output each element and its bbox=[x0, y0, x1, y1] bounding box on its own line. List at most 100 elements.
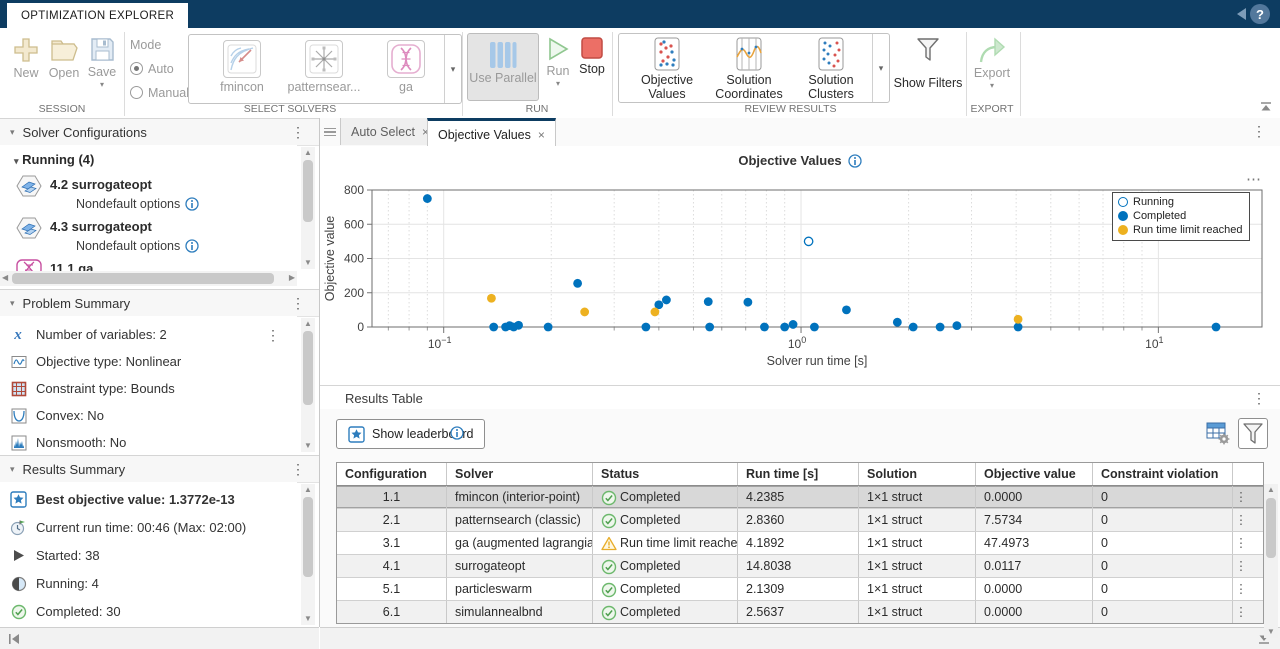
collapse-triangle-icon[interactable]: ▾ bbox=[10, 464, 15, 475]
summary-item: Running: 4 bbox=[0, 570, 280, 597]
table-filter-icon[interactable] bbox=[1238, 418, 1268, 449]
export-dropdown-caret[interactable]: ▾ bbox=[990, 82, 994, 90]
row-menu-icon[interactable]: ⋮ bbox=[1233, 555, 1249, 577]
column-header[interactable]: Run time [s] bbox=[738, 463, 859, 485]
row-menu-icon[interactable]: ⋮ bbox=[1233, 509, 1249, 531]
run-button[interactable]: Run ▾ bbox=[542, 36, 574, 88]
review-button-values[interactable]: ObjectiveValues bbox=[627, 37, 707, 101]
constraint-type-icon bbox=[10, 380, 27, 397]
sidebar-bottom-strip bbox=[0, 627, 319, 649]
legend-entry[interactable]: Completed bbox=[1118, 209, 1242, 223]
show-filters-button[interactable]: Show Filters bbox=[893, 36, 963, 90]
results-summary-header[interactable]: ▾ Results Summary ⋮ bbox=[0, 455, 319, 483]
mode-label: Mode bbox=[130, 38, 161, 52]
solver-config-hscrollbar[interactable]: ◀ ▶ bbox=[0, 271, 297, 286]
table-row[interactable]: 1.1 fmincon (interior-point) Completed 4… bbox=[337, 486, 1263, 509]
radio-unselected-icon bbox=[130, 86, 143, 99]
legend-entry[interactable]: Run time limit reached bbox=[1118, 223, 1242, 237]
new-button[interactable]: New bbox=[8, 36, 44, 80]
save-button[interactable]: Save ▾ bbox=[84, 36, 120, 89]
filter-funnel-icon bbox=[914, 36, 942, 64]
collapse-left-icon[interactable] bbox=[1237, 8, 1246, 20]
table-settings-icon[interactable] bbox=[1204, 418, 1232, 447]
summary-item: Completed: 30 bbox=[0, 598, 280, 625]
legend-entry[interactable]: Running bbox=[1118, 195, 1242, 209]
mode-auto-radio[interactable]: Auto bbox=[130, 62, 174, 76]
info-icon[interactable] bbox=[450, 426, 464, 440]
info-icon[interactable] bbox=[848, 154, 862, 168]
svg-text:100: 100 bbox=[788, 335, 806, 351]
open-icon bbox=[49, 36, 79, 64]
column-header[interactable]: Status bbox=[593, 463, 738, 485]
tabstrip-menu-icon[interactable]: ⋮ bbox=[1252, 124, 1266, 138]
minimize-ribbon-icon[interactable] bbox=[1260, 102, 1272, 112]
results-summary-vscrollbar[interactable]: ▲▼ bbox=[301, 484, 315, 625]
solver-gallery-item-ga[interactable]: ga bbox=[367, 40, 445, 94]
section-divider bbox=[124, 32, 125, 116]
table-header-row[interactable]: ConfigurationSolverStatusRun time [s]Sol… bbox=[337, 463, 1263, 486]
tabstrip-grip-icon[interactable] bbox=[324, 125, 336, 139]
collapse-triangle-icon[interactable]: ▾ bbox=[10, 127, 15, 138]
results-table-header[interactable]: Results Table ⋮ bbox=[320, 385, 1280, 411]
panel-menu-icon[interactable]: ⋮ bbox=[291, 125, 305, 139]
open-button[interactable]: Open bbox=[46, 36, 82, 80]
solver-config-vscrollbar[interactable]: ▲▼ bbox=[301, 147, 315, 269]
close-icon[interactable]: × bbox=[538, 128, 545, 142]
chart-legend: Running Completed Run time limit reached bbox=[1112, 192, 1250, 241]
table-row[interactable]: 4.1 surrogateopt Completed 14.8038 1×1 s… bbox=[337, 555, 1263, 578]
table-row[interactable]: 6.1 simulannealbnd Completed 2.5637 1×1 … bbox=[337, 601, 1263, 623]
row-menu-icon[interactable]: ⋮ bbox=[1233, 578, 1249, 600]
panel-menu-icon[interactable]: ⋮ bbox=[291, 462, 305, 476]
row-menu-icon[interactable]: ⋮ bbox=[1233, 601, 1249, 623]
info-icon[interactable] bbox=[185, 197, 199, 211]
tab-auto-select[interactable]: Auto Select× bbox=[340, 118, 440, 145]
table-row[interactable]: 5.1 particleswarm Completed 2.1309 1×1 s… bbox=[337, 578, 1263, 601]
table-vscrollbar[interactable]: ▲ ▼ bbox=[1264, 484, 1278, 638]
item-menu-icon[interactable]: ⋮ bbox=[266, 328, 280, 342]
mode-manual-radio[interactable]: Manual bbox=[130, 86, 189, 100]
panel-menu-icon[interactable]: ⋮ bbox=[291, 296, 305, 310]
use-parallel-toggle[interactable]: Use Parallel bbox=[467, 33, 539, 101]
column-header[interactable]: Solver bbox=[447, 463, 593, 485]
review-button-coordinates[interactable]: SolutionCoordinates bbox=[709, 37, 789, 101]
column-header[interactable]: Solution bbox=[859, 463, 976, 485]
tree-group-running[interactable]: ▾ Running (4) bbox=[14, 152, 94, 167]
save-dropdown-caret[interactable]: ▾ bbox=[100, 81, 104, 89]
section-divider bbox=[462, 32, 463, 116]
solver-config-item[interactable]: 4.2 surrogateopt Nondefault options bbox=[0, 173, 297, 215]
convex-icon bbox=[10, 407, 27, 424]
scatter-plot[interactable]: 020040060080010−1100101Solver run time [… bbox=[320, 146, 1280, 385]
table-row[interactable]: 3.1 ga (augmented lagrangian) Run time l… bbox=[337, 532, 1263, 555]
review-button-clusters[interactable]: SolutionClusters bbox=[791, 37, 871, 101]
app-tab[interactable]: OPTIMIZATION EXPLORER bbox=[7, 3, 188, 28]
column-header[interactable]: Objective value bbox=[976, 463, 1093, 485]
collapse-triangle-icon[interactable]: ▾ bbox=[10, 298, 15, 309]
gallery-expand-caret[interactable]: ▾ bbox=[872, 34, 889, 102]
table-row[interactable]: 2.1 patternsearch (classic) Completed 2.… bbox=[337, 509, 1263, 532]
solver-config-item[interactable]: 4.3 surrogateopt Nondefault options bbox=[0, 215, 297, 257]
solver-config-item[interactable]: 11.1 ga bbox=[0, 257, 297, 271]
export-button[interactable]: Export ▾ bbox=[970, 36, 1014, 90]
summary-item: Nonsmooth: No bbox=[0, 429, 280, 456]
column-header[interactable]: Configuration bbox=[337, 463, 447, 485]
data-point bbox=[1212, 323, 1221, 332]
tab-objective-values[interactable]: Objective Values× bbox=[427, 118, 556, 149]
problem-summary-header[interactable]: ▾ Problem Summary ⋮ bbox=[0, 289, 319, 317]
run-dropdown-caret[interactable]: ▾ bbox=[556, 80, 560, 88]
solver-gallery-item-patternsear[interactable]: patternsear... bbox=[285, 40, 363, 94]
gallery-expand-caret[interactable]: ▾ bbox=[444, 35, 461, 103]
solver-gallery-item-fmincon[interactable]: fmincon bbox=[203, 40, 281, 94]
help-question-icon[interactable]: ? bbox=[1250, 4, 1270, 24]
stop-button[interactable]: Stop bbox=[576, 36, 608, 76]
column-header[interactable]: Constraint violation bbox=[1093, 463, 1233, 485]
objective-values-icon bbox=[652, 37, 682, 71]
row-menu-icon[interactable]: ⋮ bbox=[1233, 532, 1249, 554]
info-icon[interactable] bbox=[185, 239, 199, 253]
axes-toolbar-ellipsis-icon[interactable]: ⋯ bbox=[1246, 170, 1262, 188]
solver-configurations-header[interactable]: ▾ Solver Configurations ⋮ bbox=[0, 118, 319, 146]
problem-summary-vscrollbar[interactable]: ▲▼ bbox=[301, 318, 315, 452]
panel-menu-icon[interactable]: ⋮ bbox=[1252, 391, 1266, 405]
row-menu-icon[interactable]: ⋮ bbox=[1233, 486, 1249, 508]
collapse-sidebar-icon[interactable] bbox=[8, 633, 21, 645]
svg-text:600: 600 bbox=[344, 217, 364, 231]
